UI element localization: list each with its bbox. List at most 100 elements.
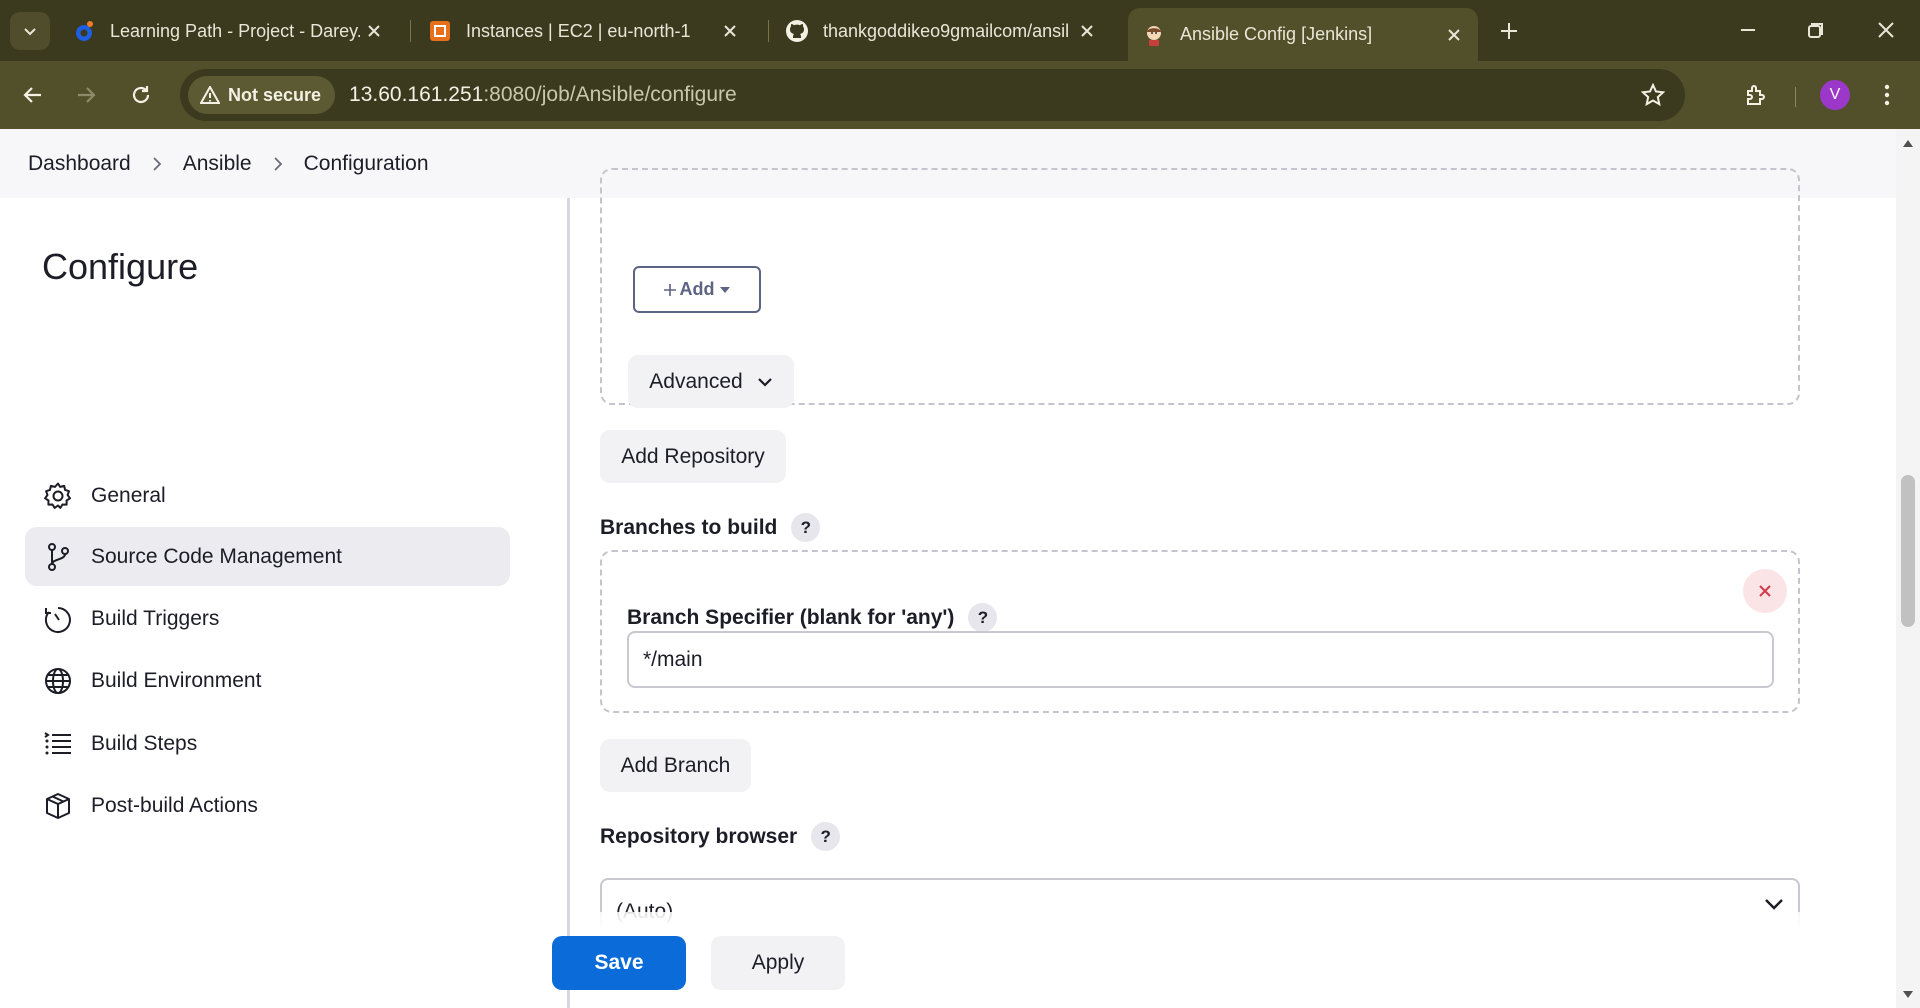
globe-icon (41, 664, 75, 698)
plus-icon (1501, 23, 1517, 39)
reload-icon (132, 86, 150, 104)
branch-specifier-label: Branch Specifier (blank for 'any') ? (627, 603, 998, 632)
toolbar-separator (1795, 87, 1796, 107)
tab-title: thankgoddikeo9gmailcom/ansil (823, 20, 1070, 41)
breadcrumb-dashboard[interactable]: Dashboard (28, 152, 131, 176)
browser-tab-4[interactable]: Ansible Config [Jenkins] (1128, 8, 1478, 61)
url-path: :8080/job/Ansible/configure (483, 83, 737, 106)
breadcrumb-configuration[interactable]: Configuration (304, 152, 429, 176)
git-branch-icon (41, 540, 75, 574)
security-chip[interactable]: Not secure (188, 76, 336, 114)
scrollbar-thumb[interactable] (1901, 475, 1915, 627)
gear-icon (41, 479, 75, 513)
github-icon (785, 19, 809, 43)
section-label-text: Branches to build (600, 515, 778, 539)
help-icon[interactable]: ? (811, 822, 841, 851)
add-repository-button[interactable]: Add Repository (600, 430, 786, 483)
close-icon[interactable] (1440, 21, 1468, 49)
advanced-button[interactable]: Advanced (628, 355, 794, 408)
jenkins-page: Dashboard Ansible Configuration Configur… (0, 129, 1896, 1008)
close-icon (1759, 585, 1771, 597)
tab-title: Ansible Config [Jenkins] (1180, 24, 1373, 44)
tab-title: Instances | EC2 | eu-north-1 (466, 20, 691, 41)
forward-button[interactable] (66, 75, 106, 115)
darey-logo-icon (72, 19, 96, 43)
sidebar-item-label: General (91, 483, 166, 507)
browser-tab-1[interactable]: Learning Path - Project - Darey. (58, 8, 398, 54)
profile-avatar[interactable]: V (1820, 80, 1850, 110)
aws-ec2-icon (428, 19, 452, 43)
security-label: Not secure (228, 84, 322, 105)
close-icon[interactable] (716, 17, 744, 45)
help-icon[interactable]: ? (791, 513, 821, 542)
save-button[interactable]: Save (552, 936, 686, 990)
tab-title: Learning Path - Project - Darey. (110, 20, 360, 41)
form-action-bar: Save Apply (552, 912, 1896, 1008)
scroll-down-arrow-icon[interactable] (1896, 984, 1920, 1004)
sidebar-item-label: Build Triggers (91, 606, 220, 630)
chevron-right-icon (131, 156, 183, 172)
sidebar-item-label: Source Code Management (91, 544, 342, 568)
list-icon (41, 727, 75, 761)
extensions-button[interactable] (1736, 75, 1776, 115)
branches-to-build-label: Branches to build ? (600, 513, 821, 542)
jenkins-icon (1142, 23, 1166, 47)
page-title: Configure (42, 246, 199, 287)
section-label-text: Repository browser (600, 824, 798, 848)
url-host: 13.60.161.251 (349, 83, 484, 106)
restore-button[interactable] (1792, 10, 1840, 50)
apply-button[interactable]: Apply (711, 936, 845, 990)
add-credentials-button[interactable]: Add (633, 266, 761, 313)
bookmark-button[interactable] (1639, 81, 1667, 109)
breadcrumb-ansible[interactable]: Ansible (183, 152, 252, 176)
minimize-icon (1741, 29, 1755, 31)
address-bar[interactable]: Not secure 13.60.161.251:8080/job/Ansibl… (180, 69, 1685, 121)
sidebar-item-source-code-management[interactable]: Source Code Management (25, 527, 510, 586)
config-form: Add Advanced Add Repository Branches to … (570, 168, 1896, 1008)
puzzle-icon (1747, 85, 1765, 105)
sidebar-item-general[interactable]: General (25, 466, 510, 525)
repository-browser-label: Repository browser ? (600, 822, 841, 851)
back-button[interactable] (13, 75, 53, 115)
tab-separator (410, 20, 411, 42)
close-icon[interactable] (1073, 17, 1101, 45)
chevron-right-icon (252, 156, 304, 172)
sidebar-item-label: Post-build Actions (91, 793, 258, 817)
scroll-up-arrow-icon[interactable] (1896, 133, 1920, 153)
sidebar-item-label: Build Steps (91, 731, 198, 755)
browser-tab-2[interactable]: Instances | EC2 | eu-north-1 (414, 8, 754, 54)
chevron-down-icon (1765, 899, 1783, 910)
browser-tab-strip: Learning Path - Project - Darey. Instanc… (0, 0, 1920, 61)
tab-search-button[interactable] (10, 12, 50, 50)
sidebar-item-build-steps[interactable]: Build Steps (25, 714, 510, 773)
chevron-down-icon (757, 377, 772, 387)
browser-tab-3[interactable]: thankgoddikeo9gmailcom/ansil (771, 8, 1111, 54)
browser-menu-button[interactable] (1870, 75, 1904, 115)
sidebar-item-build-environment[interactable]: Build Environment (25, 651, 510, 710)
sidebar-item-build-triggers[interactable]: Build Triggers (25, 589, 510, 648)
star-icon (1641, 83, 1665, 107)
url-text[interactable]: 13.60.161.251:8080/job/Ansible/configure (349, 83, 737, 107)
kebab-menu-icon (1884, 84, 1890, 106)
arrow-left-icon (23, 87, 41, 103)
advanced-label: Advanced (649, 369, 743, 393)
arrow-right-icon (78, 87, 96, 103)
clock-icon (41, 602, 75, 636)
window-close-button[interactable] (1862, 10, 1910, 50)
branch-specifier-input[interactable]: */main (627, 631, 1774, 688)
restore-icon (1808, 23, 1823, 38)
browser-toolbar: Not secure 13.60.161.251:8080/job/Ansibl… (0, 61, 1920, 129)
reload-button[interactable] (121, 75, 161, 115)
tab-separator (768, 20, 769, 42)
package-icon (41, 789, 75, 823)
page-scrollbar[interactable] (1896, 129, 1920, 1008)
sidebar-item-post-build-actions[interactable]: Post-build Actions (25, 776, 510, 835)
remove-branch-button[interactable] (1743, 569, 1787, 613)
new-tab-button[interactable] (1492, 14, 1526, 48)
caret-down-icon (719, 286, 730, 293)
minimize-button[interactable] (1724, 10, 1772, 50)
close-icon[interactable] (360, 17, 388, 45)
add-branch-button[interactable]: Add Branch (600, 739, 751, 792)
help-icon[interactable]: ? (968, 603, 998, 632)
warning-icon (200, 86, 220, 104)
